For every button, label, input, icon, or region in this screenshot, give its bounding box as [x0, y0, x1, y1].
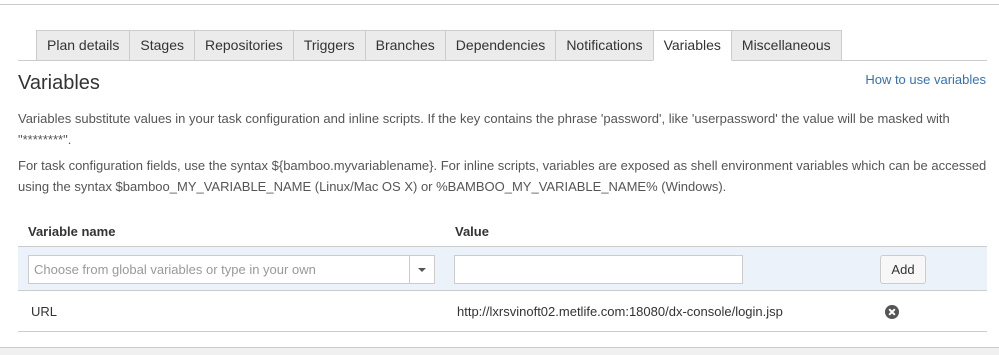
tab-notifications[interactable]: Notifications — [555, 30, 654, 61]
page-frame: Plan details Stages Repositories Trigger… — [0, 4, 999, 348]
variable-value-cell[interactable]: http://lxrsvinoft02.metlife.com:18080/dx… — [457, 304, 783, 319]
table-header: Variable name Value — [18, 217, 987, 247]
tab-miscellaneous[interactable]: Miscellaneous — [730, 30, 842, 61]
chevron-down-icon — [418, 267, 426, 272]
tab-plan-details[interactable]: Plan details — [36, 30, 131, 61]
tabs-divider — [18, 60, 987, 61]
combo-trigger-button[interactable] — [409, 256, 434, 283]
description-syntax: For task configuration fields, use the s… — [18, 158, 987, 194]
tab-branches[interactable]: Branches — [364, 30, 446, 61]
page-footer-strip — [0, 348, 999, 355]
column-header-variable-name: Variable name — [28, 224, 116, 239]
tab-stages[interactable]: Stages — [129, 30, 195, 61]
help-link[interactable]: How to use variables — [865, 72, 986, 87]
close-circle-icon[interactable] — [885, 305, 899, 319]
variable-name-cell[interactable]: URL — [31, 304, 57, 319]
variable-name-input[interactable] — [29, 256, 409, 283]
variable-name-combobox[interactable] — [28, 255, 435, 284]
variables-table: Variable name Value Add URL http://lxrsv… — [18, 217, 987, 332]
config-tabs: Plan details Stages Repositories Trigger… — [36, 30, 842, 61]
description-masking: Variables substitute values in your task… — [18, 111, 950, 147]
tab-triggers[interactable]: Triggers — [292, 30, 366, 61]
page-title: Variables — [18, 72, 100, 94]
table-row: URL http://lxrsvinoft02.metlife.com:1808… — [18, 291, 987, 332]
add-variable-button[interactable]: Add — [880, 255, 926, 284]
tab-variables[interactable]: Variables — [652, 30, 732, 61]
add-variable-row: Add — [18, 247, 987, 291]
tab-dependencies[interactable]: Dependencies — [444, 30, 557, 61]
column-header-value: Value — [455, 224, 489, 239]
tab-repositories[interactable]: Repositories — [193, 30, 294, 61]
variable-value-input[interactable] — [454, 255, 743, 284]
